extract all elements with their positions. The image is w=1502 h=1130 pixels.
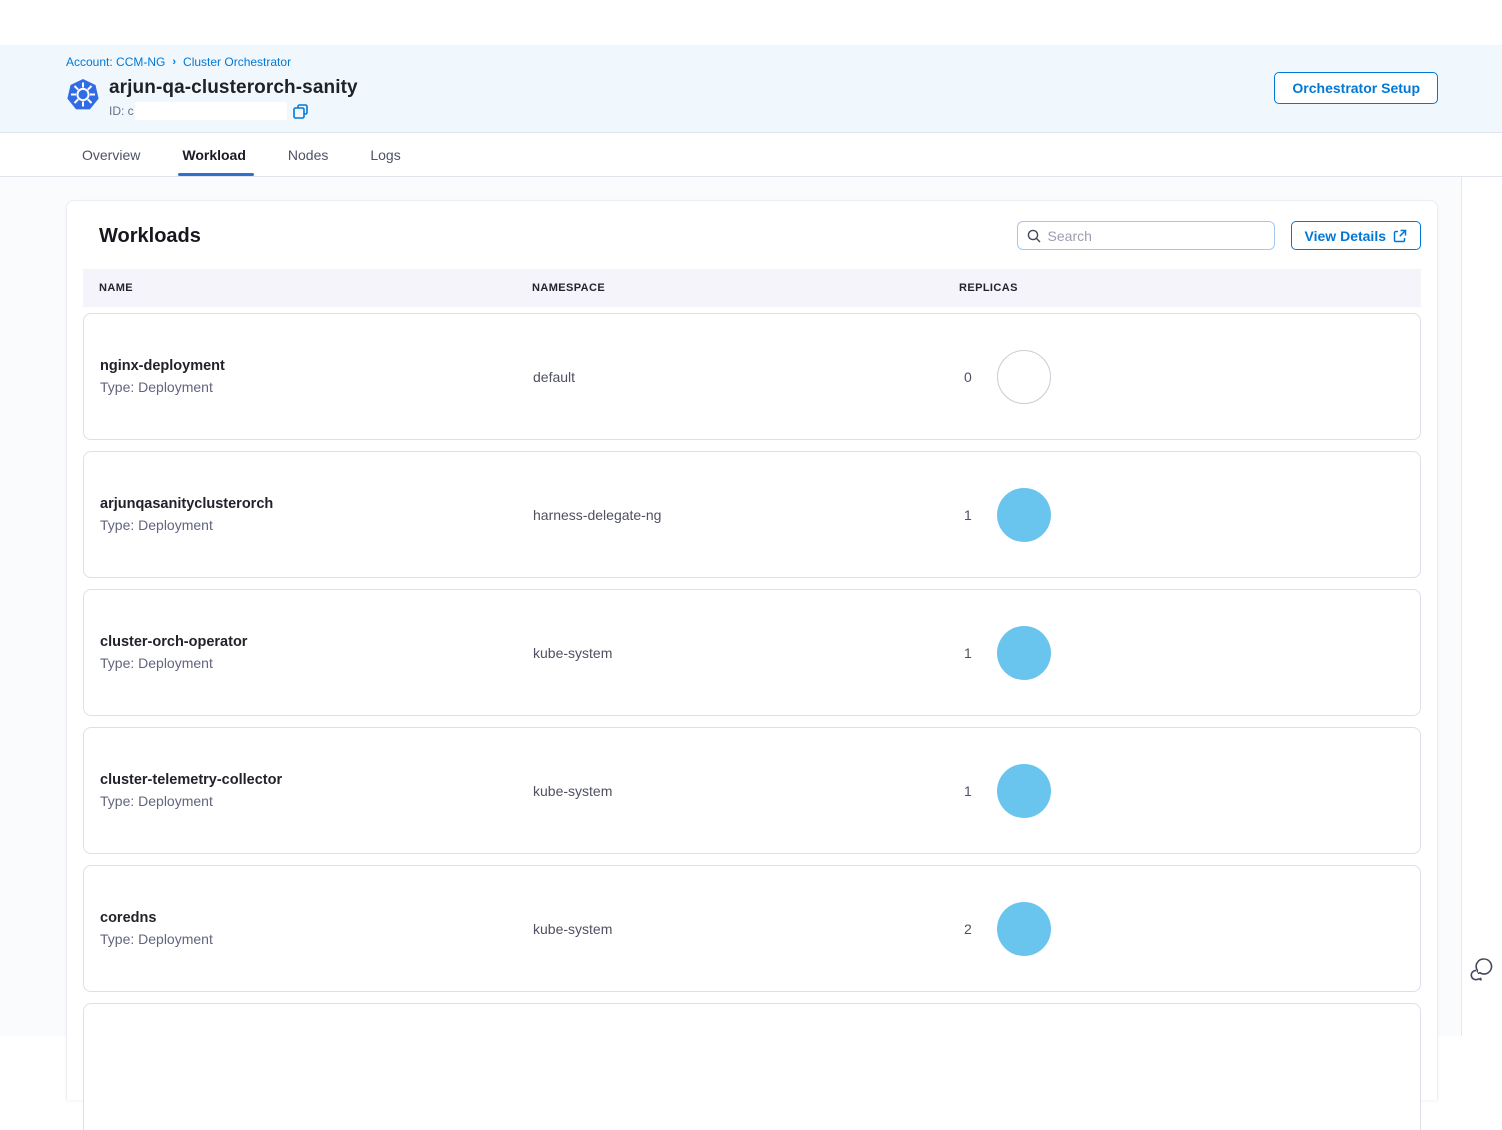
workload-rows: nginx-deploymentType: Deploymentdefault0… bbox=[83, 313, 1421, 1130]
workload-replicas-cell: 2 bbox=[960, 902, 1420, 956]
table-row[interactable]: cluster-telemetry-collector Type: Deploym… bbox=[83, 727, 1421, 854]
replica-status-circle bbox=[997, 626, 1051, 680]
replica-count: 2 bbox=[960, 921, 972, 937]
breadcrumb-account-link[interactable]: Account: CCM-NG bbox=[66, 55, 165, 69]
replica-count: 1 bbox=[960, 507, 972, 523]
workload-type: Type: Deployment bbox=[100, 655, 533, 671]
replica-status-circle bbox=[997, 902, 1051, 956]
table-header: NAME NAMESPACE REPLICAS bbox=[83, 269, 1421, 307]
breadcrumb: Account: CCM-NG › Cluster Orchestrator bbox=[66, 55, 1438, 69]
header-banner: Account: CCM-NG › Cluster Orchestrator bbox=[0, 45, 1502, 133]
workload-replicas-cell: 1 bbox=[960, 764, 1420, 818]
table-row[interactable]: cluster-orch-operator Type: Deploymentkub… bbox=[83, 589, 1421, 716]
workload-name: nginx-deployment bbox=[100, 358, 533, 374]
workload-name: cluster-orch-operator bbox=[100, 634, 533, 650]
workload-type: Type: Deployment bbox=[100, 517, 533, 533]
workload-name: arjunqasanityclusterorch bbox=[100, 496, 533, 512]
workload-name: cluster-telemetry-collector bbox=[100, 772, 533, 788]
workload-replicas-cell: 1 bbox=[960, 488, 1420, 542]
entity-id-row: ID: c bbox=[109, 102, 358, 120]
workloads-title: Workloads bbox=[99, 225, 201, 248]
workload-namespace: kube-system bbox=[533, 645, 960, 661]
workload-type: Type: Deployment bbox=[100, 379, 533, 395]
tab-nodes[interactable]: Nodes bbox=[288, 134, 328, 176]
workload-replicas-cell: 1 bbox=[960, 626, 1420, 680]
workload-type: Type: Deployment bbox=[100, 931, 533, 947]
workload-replicas-cell: 0 bbox=[960, 350, 1420, 404]
workload-name-cell: cluster-orch-operator Type: Deployment bbox=[100, 634, 533, 671]
title-block: arjun-qa-clusterorch-sanity ID: c bbox=[109, 77, 358, 120]
tab-logs[interactable]: Logs bbox=[370, 134, 400, 176]
page: Account: CCM-NG › Cluster Orchestrator bbox=[0, 0, 1502, 1036]
table-row[interactable]: nginx-deployment Type: Deploymentdefault0 bbox=[83, 313, 1421, 440]
workloads-card-header: Workloads View Details bbox=[83, 201, 1421, 269]
entity-id-redacted-box bbox=[135, 102, 287, 120]
table-row[interactable]: coredns Type: Deploymentkube-system2 bbox=[83, 865, 1421, 992]
workload-namespace: harness-delegate-ng bbox=[533, 507, 960, 523]
orchestrator-setup-button[interactable]: Orchestrator Setup bbox=[1274, 72, 1438, 104]
replica-status-circle bbox=[997, 764, 1051, 818]
search-input[interactable] bbox=[1048, 228, 1265, 244]
search-box[interactable] bbox=[1017, 221, 1275, 250]
workload-namespace: kube-system bbox=[533, 783, 960, 799]
breadcrumb-section-link[interactable]: Cluster Orchestrator bbox=[183, 55, 291, 69]
table-row[interactable]: arjunqasanityclusterorch Type: Deployment… bbox=[83, 451, 1421, 578]
tab-workload[interactable]: Workload bbox=[182, 134, 246, 176]
chevron-right-icon: › bbox=[172, 56, 176, 68]
view-details-label: View Details bbox=[1305, 228, 1386, 244]
replica-count: 1 bbox=[960, 783, 972, 799]
right-strip bbox=[1462, 177, 1502, 1036]
workload-name-cell: nginx-deployment Type: Deployment bbox=[100, 358, 533, 395]
workload-name-cell: cluster-telemetry-collector Type: Deploym… bbox=[100, 772, 533, 809]
workloads-card: Workloads View Details bbox=[66, 200, 1438, 1100]
search-icon bbox=[1027, 229, 1041, 243]
external-link-icon bbox=[1393, 229, 1407, 243]
workload-type: Type: Deployment bbox=[100, 793, 533, 809]
tab-overview[interactable]: Overview bbox=[82, 134, 140, 176]
tab-bar: Overview Workload Nodes Logs bbox=[0, 134, 1502, 177]
column-header-namespace: NAMESPACE bbox=[532, 282, 959, 294]
copy-icon[interactable] bbox=[293, 104, 308, 119]
replica-count: 1 bbox=[960, 645, 972, 661]
content-area: Workloads View Details bbox=[0, 177, 1461, 1036]
view-details-button[interactable]: View Details bbox=[1291, 221, 1421, 250]
title-row: arjun-qa-clusterorch-sanity ID: c bbox=[66, 77, 1438, 120]
column-header-replicas: REPLICAS bbox=[959, 282, 1421, 294]
workload-namespace: default bbox=[533, 369, 960, 385]
workloads-actions: View Details bbox=[1017, 221, 1421, 250]
kubernetes-icon bbox=[66, 78, 100, 112]
page-title: arjun-qa-clusterorch-sanity bbox=[109, 77, 358, 99]
chat-bubbles-icon[interactable] bbox=[1468, 956, 1494, 984]
column-header-name: NAME bbox=[99, 282, 532, 294]
replica-status-circle bbox=[997, 350, 1051, 404]
replica-count: 0 bbox=[960, 369, 972, 385]
entity-id-label: ID: c bbox=[109, 104, 134, 118]
workload-namespace: kube-system bbox=[533, 921, 960, 937]
workload-name: coredns bbox=[100, 910, 533, 926]
workload-name-cell: arjunqasanityclusterorch Type: Deployment bbox=[100, 496, 533, 533]
replica-status-circle bbox=[997, 488, 1051, 542]
workload-name-cell: coredns Type: Deployment bbox=[100, 910, 533, 947]
table-row-partial[interactable] bbox=[83, 1003, 1421, 1130]
